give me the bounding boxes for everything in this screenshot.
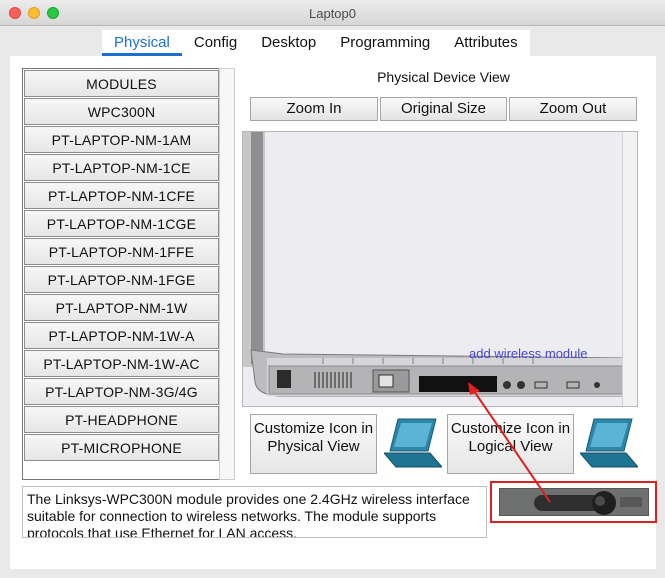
annotation-arrow bbox=[468, 382, 551, 503]
